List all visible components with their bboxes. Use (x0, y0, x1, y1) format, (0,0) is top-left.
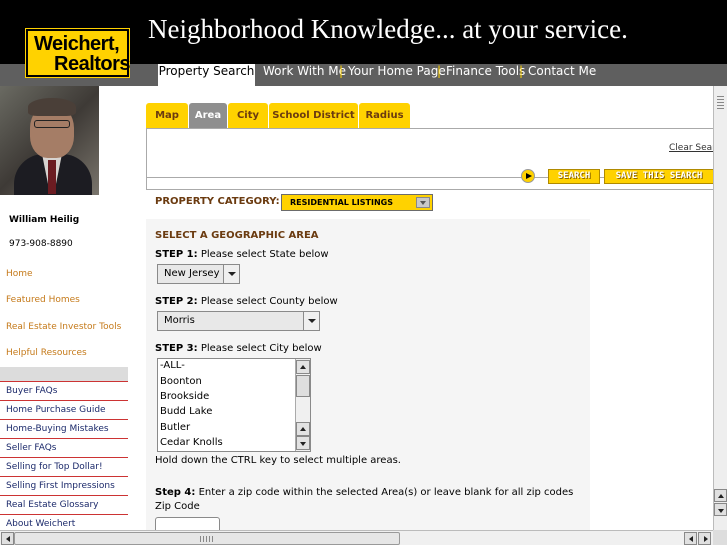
city-option[interactable]: Butler (160, 422, 190, 433)
sidebar-faq-selling-first-impressions[interactable]: Selling First Impressions (0, 476, 128, 495)
tab-school-district[interactable]: School District (269, 103, 358, 128)
logo-line-2: Realtors (54, 53, 131, 75)
scrollbar-corner (713, 530, 727, 545)
sidebar-faq-home-purchase-guide[interactable]: Home Purchase Guide (0, 400, 128, 419)
chevron-down-icon (303, 312, 319, 330)
scroll-thumb[interactable] (296, 375, 310, 397)
nav-finance-tools[interactable]: Finance Tools (446, 64, 525, 86)
page: Neighborhood Knowledge... at your servic… (0, 0, 727, 545)
step-1-text: Please select State below (200, 249, 329, 260)
sidebar-faq-selling-top-dollar[interactable]: Selling for Top Dollar! (0, 457, 128, 476)
sidebar-link-helpful-resources[interactable]: Helpful Resources (6, 348, 87, 358)
sidebar-link-investor-tools[interactable]: Real Estate Investor Tools (6, 322, 121, 332)
search-panel: Clear Sear SEARCH SAVE THIS SEARCH (146, 128, 717, 190)
property-category-value: RESIDENTIAL LISTINGS (290, 198, 393, 207)
nav-separator: | (519, 64, 524, 78)
county-select[interactable]: Morris (157, 311, 320, 331)
nav-contact-me[interactable]: Contact Me (528, 64, 596, 86)
sidebar-divider (0, 367, 128, 381)
agent-phone: 973-908-8890 (9, 239, 73, 249)
chevron-down-icon (223, 265, 239, 283)
weichert-logo[interactable]: Weichert, Realtors (25, 28, 131, 78)
scroll-grip[interactable] (717, 96, 724, 110)
sidebar-faq-buyer-faqs[interactable]: Buyer FAQs (0, 381, 128, 400)
sidebar-link-home[interactable]: Home (6, 269, 33, 279)
header-tagline: Neighborhood Knowledge... at your servic… (148, 14, 628, 44)
play-arrow-icon[interactable] (521, 169, 535, 183)
scroll-down-icon[interactable] (714, 503, 727, 516)
vertical-scrollbar[interactable] (713, 86, 727, 530)
city-option[interactable]: -ALL- (160, 360, 185, 371)
property-category-select[interactable]: RESIDENTIAL LISTINGS (281, 194, 433, 211)
scroll-left-icon[interactable] (1, 532, 14, 545)
sidebar-link-featured-homes[interactable]: Featured Homes (6, 295, 80, 305)
city-listbox-scrollbar[interactable] (295, 359, 310, 451)
city-option[interactable]: Budd Lake (160, 406, 212, 417)
step-4-text: Enter a zip code within the selected Are… (198, 487, 574, 498)
sidebar: William Heilig 973-908-8890 Home Feature… (0, 86, 128, 545)
city-option[interactable]: Cedar Knolls (160, 437, 223, 448)
sidebar-faq-home-buying-mistakes[interactable]: Home-Buying Mistakes (0, 419, 128, 438)
tab-city[interactable]: City (228, 103, 268, 128)
zip-code-label: Zip Code (155, 501, 200, 512)
step-2-label: STEP 2: (155, 296, 198, 307)
step-4-label: Step 4: (155, 487, 196, 498)
clear-search-link[interactable]: Clear Sear (669, 143, 716, 153)
nav-property-search[interactable]: Property Search (158, 64, 255, 86)
step-1-instruction: STEP 1: Please select State below (155, 249, 329, 260)
tab-radius[interactable]: Radius (359, 103, 410, 128)
horizontal-scrollbar[interactable] (0, 530, 727, 545)
tab-map[interactable]: Map (146, 103, 188, 128)
nav-separator: | (339, 64, 344, 78)
step-2-text: Please select County below (200, 296, 338, 307)
scroll-thumb[interactable] (14, 532, 400, 545)
step-2-instruction: STEP 2: Please select County below (155, 296, 338, 307)
nav-work-with-me[interactable]: Work With Me (263, 64, 346, 86)
agent-name: William Heilig (9, 215, 80, 225)
step-3-text: Please select City below (200, 343, 322, 354)
nav-your-home-page[interactable]: Your Home Page (348, 64, 446, 86)
chevron-down-icon (416, 197, 430, 208)
scroll-left-icon[interactable] (684, 532, 697, 545)
property-category-label: PROPERTY CATEGORY: (155, 196, 280, 207)
step-3-label: STEP 3: (155, 343, 198, 354)
agent-photo (0, 86, 99, 195)
geographic-area-title: SELECT A GEOGRAPHIC AREA (155, 230, 319, 241)
city-option[interactable]: Brookside (160, 391, 209, 402)
step-1-label: STEP 1: (155, 249, 198, 260)
state-select[interactable]: New Jersey (157, 264, 240, 284)
city-option[interactable]: Boonton (160, 376, 202, 387)
search-button[interactable]: SEARCH (548, 169, 600, 184)
city-listbox[interactable]: -ALL- Boonton Brookside Budd Lake Butler… (157, 358, 311, 452)
scroll-up-icon[interactable] (714, 489, 727, 502)
tab-area[interactable]: Area (189, 103, 227, 128)
scroll-up-icon[interactable] (296, 422, 310, 436)
state-select-value: New Jersey (164, 268, 220, 279)
multi-select-hint: Hold down the CTRL key to select multipl… (155, 455, 401, 466)
save-search-button[interactable]: SAVE THIS SEARCH (604, 169, 714, 184)
sidebar-faq-seller-faqs[interactable]: Seller FAQs (0, 438, 128, 457)
scroll-right-icon[interactable] (698, 532, 711, 545)
county-select-value: Morris (164, 315, 195, 326)
step-3-instruction: STEP 3: Please select City below (155, 343, 322, 354)
scroll-up-icon[interactable] (296, 360, 310, 374)
step-4-instruction: Step 4: Enter a zip code within the sele… (155, 487, 573, 498)
nav-separator: | (437, 64, 442, 78)
scroll-down-icon[interactable] (296, 436, 310, 450)
sidebar-faq-real-estate-glossary[interactable]: Real Estate Glossary (0, 495, 128, 514)
